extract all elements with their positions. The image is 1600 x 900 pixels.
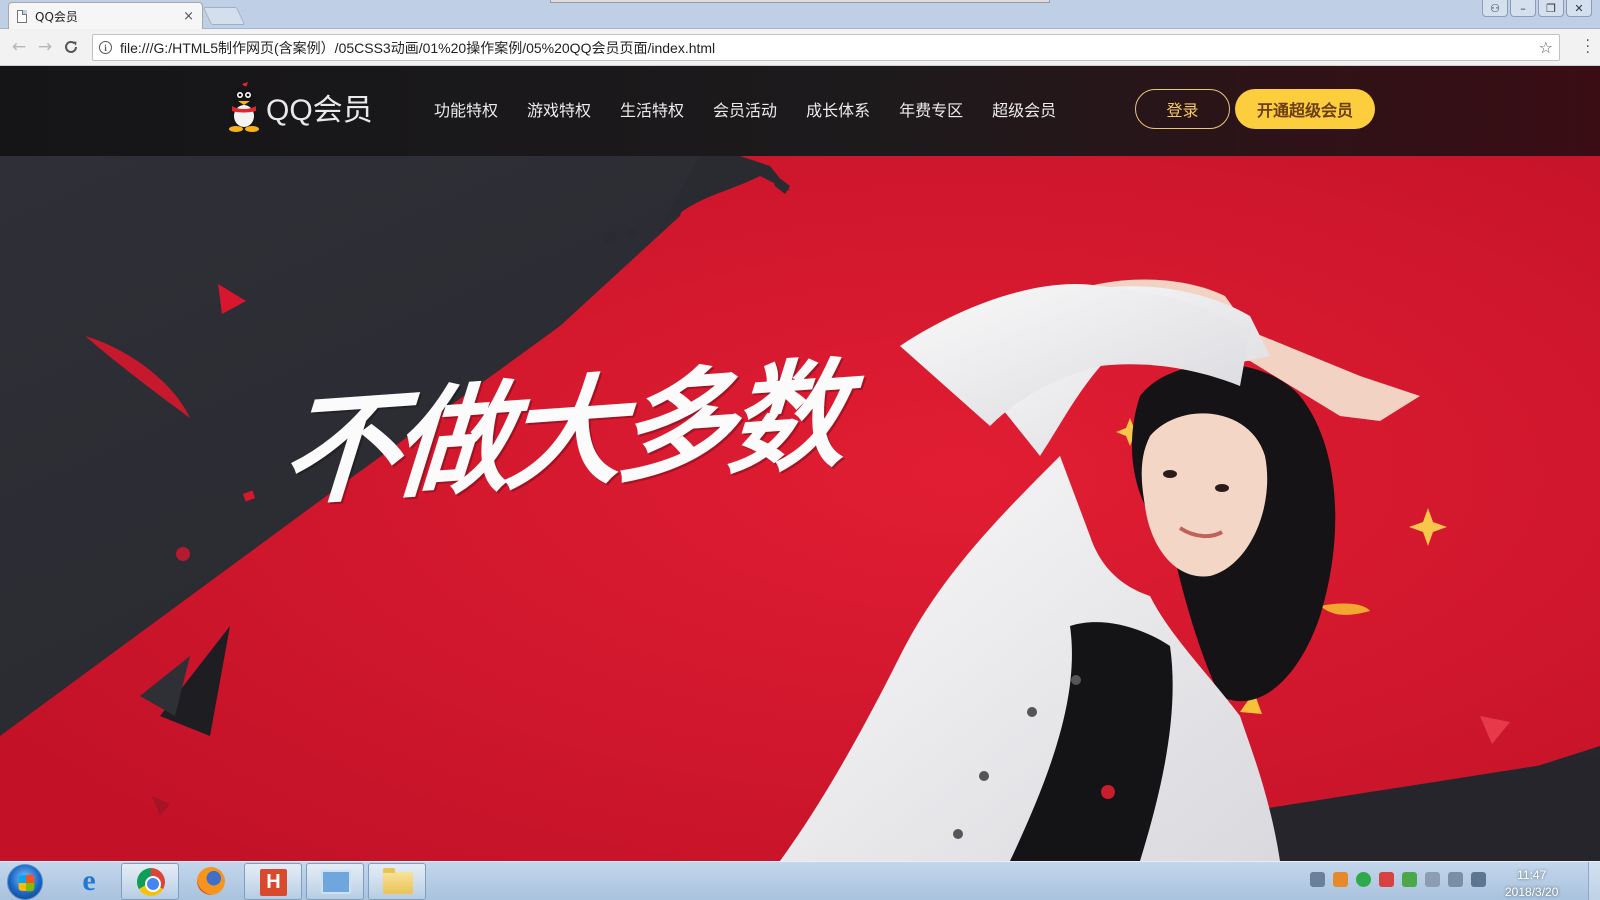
open-super-vip-button[interactable]: 开通超级会员 [1235, 89, 1375, 129]
browser-menu-icon[interactable]: · · · [1586, 34, 1590, 60]
forward-arrow-icon[interactable]: → [32, 37, 58, 57]
taskbar-explorer[interactable] [368, 863, 426, 900]
site-header: QQ会员 功能特权 游戏特权 生活特权 会员活动 成长体系 年费专区 超级会员 … [0, 66, 1600, 156]
page-icon [17, 9, 27, 23]
network-share-icon[interactable] [1310, 872, 1325, 887]
taskbar-firefox[interactable] [182, 863, 240, 900]
system-tray [1310, 872, 1486, 887]
qq-penguin-icon [226, 82, 262, 132]
taskbar-clock[interactable]: 11:47 2018/3/20 [1505, 867, 1558, 900]
main-nav: 功能特权 游戏特权 生活特权 会员活动 成长体系 年费专区 超级会员 [434, 97, 1085, 121]
bookmark-star-icon[interactable]: ☆ [1539, 38, 1553, 57]
login-button[interactable]: 登录 [1135, 89, 1230, 129]
firefox-icon [197, 867, 225, 895]
minimize-button[interactable]: – [1510, 0, 1536, 17]
app-tray-icon[interactable] [1379, 872, 1394, 887]
nav-item-events[interactable]: 会员活动 [713, 97, 777, 121]
taskbar-remote-desktop[interactable] [306, 863, 364, 900]
nav-item-life[interactable]: 生活特权 [620, 97, 684, 121]
hbuilder-icon: H [260, 869, 287, 896]
update-icon[interactable] [1402, 872, 1417, 887]
site-logo[interactable]: QQ会员 [226, 82, 373, 132]
tab-title: QQ会员 [35, 9, 78, 24]
taskbar: e H 11:47 2018/3/20 [0, 861, 1600, 900]
logo-text: QQ会员 [266, 94, 373, 127]
network-icon[interactable] [1471, 872, 1486, 887]
security-icon[interactable] [1333, 872, 1348, 887]
keyboard-icon[interactable] [1425, 872, 1440, 887]
window-edge [550, 0, 1050, 3]
hero-background [0, 156, 1600, 861]
folder-icon [383, 868, 413, 894]
start-button[interactable] [7, 864, 43, 900]
taskbar-ie[interactable]: e [60, 863, 118, 900]
browser-toolbar: ← → i file:///G:/HTML5制作网页(含案例）/05CSS3动画… [0, 29, 1600, 66]
browser-tab[interactable]: QQ会员 × [8, 2, 203, 29]
restore-button[interactable]: ❐ [1538, 0, 1564, 17]
taskbar-chrome[interactable] [121, 863, 179, 900]
address-bar[interactable]: i file:///G:/HTML5制作网页(含案例）/05CSS3动画/01%… [92, 34, 1560, 61]
close-window-button[interactable]: ✕ [1566, 0, 1592, 17]
show-desktop-button[interactable] [1588, 862, 1600, 900]
url-text[interactable]: file:///G:/HTML5制作网页(含案例）/05CSS3动画/01%20… [120, 38, 1539, 58]
clock-time: 11:47 [1517, 868, 1547, 882]
nav-item-game[interactable]: 游戏特权 [527, 97, 591, 121]
back-arrow-icon[interactable]: ← [6, 37, 32, 57]
tab-close-icon[interactable]: × [183, 9, 194, 24]
shield-icon[interactable] [1356, 872, 1371, 887]
reload-icon[interactable] [58, 35, 84, 60]
taskbar-hbuilder[interactable]: H [244, 863, 302, 900]
clock-date: 2018/3/20 [1505, 885, 1559, 899]
new-tab-button[interactable] [202, 7, 246, 25]
nav-item-annual[interactable]: 年费专区 [899, 97, 963, 121]
internet-explorer-icon: e [82, 864, 96, 897]
remote-desktop-icon [321, 870, 351, 894]
hero-banner: 不做大多数 [0, 156, 1600, 861]
info-icon[interactable]: i [99, 41, 112, 54]
nav-item-super-vip[interactable]: 超级会员 [992, 97, 1056, 121]
web-page: 不做大多数 QQ会员 功能特权 游戏特权 生活特权 会员活动 成长体系 年费专区… [0, 66, 1600, 861]
volume-icon[interactable] [1448, 872, 1463, 887]
chrome-icon [137, 868, 165, 896]
browser-tab-strip: QQ会员 × ⚇ – ❐ ✕ [0, 0, 1600, 29]
nav-item-features[interactable]: 功能特权 [434, 97, 498, 121]
window-controls: ⚇ – ❐ ✕ [1482, 0, 1592, 17]
nav-item-growth[interactable]: 成长体系 [806, 97, 870, 121]
user-icon[interactable]: ⚇ [1482, 0, 1508, 17]
